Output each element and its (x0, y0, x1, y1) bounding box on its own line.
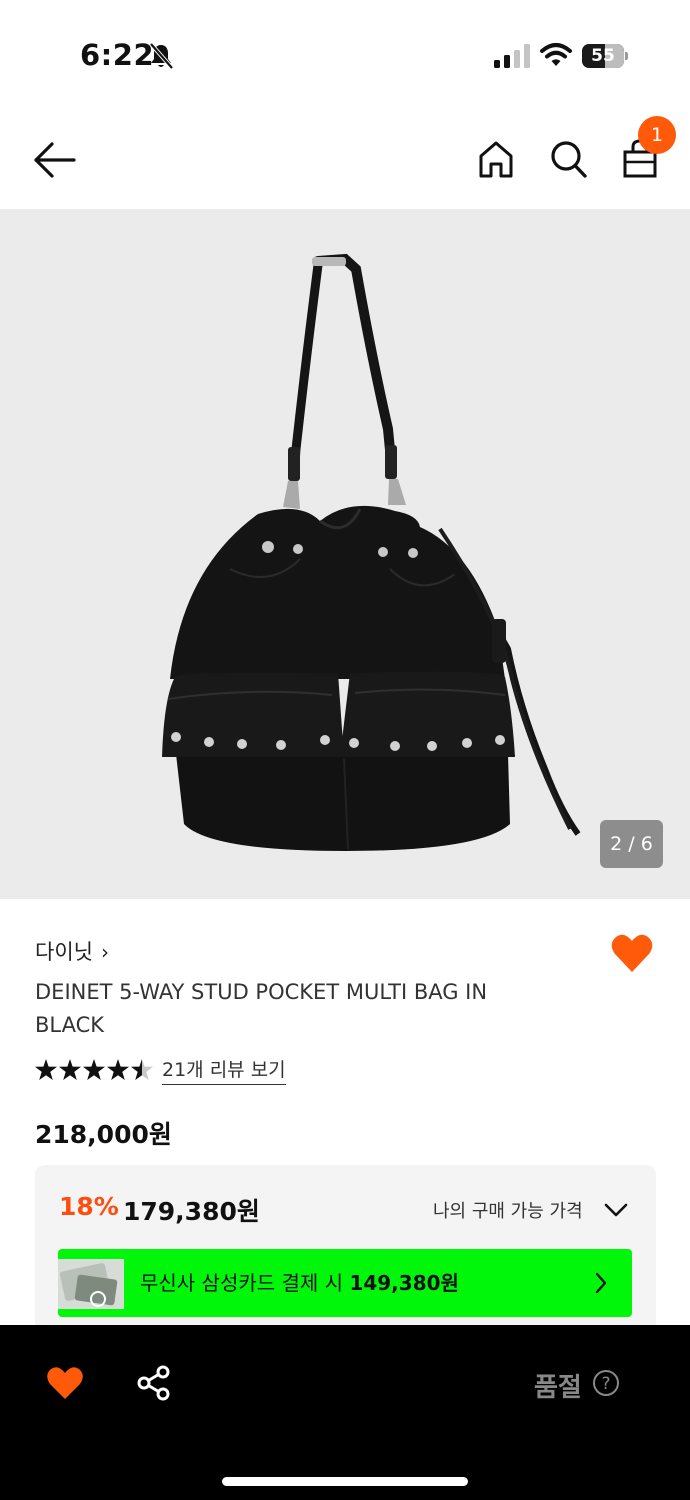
heart-icon[interactable] (46, 1365, 84, 1401)
battery-body: 55 (582, 44, 624, 68)
battery-level: 55 (591, 46, 615, 66)
star-icon (107, 1059, 129, 1080)
half-star-icon (131, 1059, 153, 1080)
card-promo-text: 무신사 삼성카드 결제 시 149,380원 (140, 1267, 459, 1296)
my-price-toggle[interactable]: 나의 구매 가능 가격 (433, 1197, 583, 1223)
help-circle-icon[interactable]: ? (592, 1369, 620, 1397)
musinsa-card-thumbnail: MUSINSA (58, 1259, 124, 1309)
top-nav (0, 112, 690, 208)
status-bar: 6:22 55 (0, 0, 690, 112)
battery-cap (625, 52, 628, 60)
star-icon (35, 1059, 57, 1080)
brand-link[interactable]: 다이닛 › (35, 936, 109, 966)
svg-text:?: ? (601, 1374, 610, 1394)
chevron-down-icon[interactable] (603, 1201, 629, 1219)
bell-off-icon (149, 42, 174, 70)
status-time: 6:22 (80, 38, 155, 72)
original-price: 218,000원 (35, 1120, 172, 1149)
bottom-action-bar: 품절 ? (0, 1325, 690, 1500)
sale-price: 179,380원 (123, 1197, 260, 1226)
soldout-label: 품절 (534, 1373, 582, 1403)
back-arrow-icon[interactable] (30, 138, 78, 182)
signal-icon (494, 44, 530, 68)
card-promo-prefix: 무신사 삼성카드 결제 시 (140, 1271, 350, 1295)
product-image[interactable] (0, 209, 690, 899)
card-promo-banner[interactable]: MUSINSA 무신사 삼성카드 결제 시 149,380원 (58, 1249, 632, 1317)
chevron-right-icon (595, 1272, 607, 1294)
heart-icon[interactable] (610, 932, 654, 974)
review-link[interactable]: 21개 리뷰 보기 (162, 1055, 286, 1085)
card-promo-amount: 149,380원 (349, 1271, 459, 1295)
search-icon[interactable] (548, 138, 588, 180)
star-icon (59, 1059, 81, 1080)
share-icon[interactable] (136, 1365, 172, 1401)
chevron-right-icon: › (100, 940, 109, 964)
star-icon (83, 1059, 105, 1080)
brand-name: 다이닛 (35, 940, 93, 964)
product-name: DEINET 5-WAY STUD POCKET MULTI BAG IN BL… (35, 980, 488, 1037)
image-counter: 2 / 6 (600, 820, 663, 868)
home-indicator[interactable] (222, 1477, 468, 1486)
wifi-icon (540, 43, 572, 66)
rating-stars (35, 1059, 153, 1080)
price-box: 18% 179,380원 나의 구매 가능 가격 MUSINSA 무신사 삼성카… (35, 1165, 656, 1340)
home-icon[interactable] (476, 138, 516, 180)
discount-rate: 18% (59, 1192, 119, 1221)
black-bucket-bag-photo (162, 253, 581, 851)
cart-count-badge: 1 (638, 116, 676, 154)
battery-icon: 55 (582, 44, 628, 68)
